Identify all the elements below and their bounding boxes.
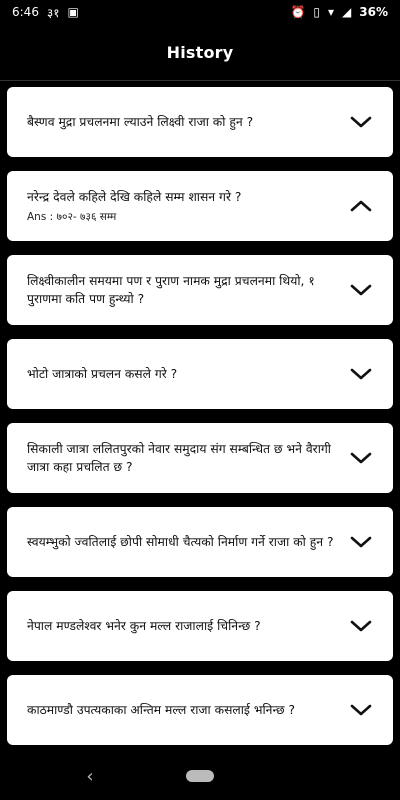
status-indicator: ३१ [46, 5, 60, 20]
chevron-down-icon[interactable] [349, 614, 373, 638]
list-item[interactable]: काठमाण्डौ उपत्यकाका अन्तिम मल्ल राजा कसल… [7, 675, 393, 745]
question-text: लिक्ष्वीकालीन समयमा पण र पुराण नामक मुद्… [27, 274, 315, 306]
status-time: 6:46 [12, 5, 39, 19]
vibrate-icon: ▯ [313, 5, 320, 19]
status-bar: 6:46 ३१ ▣ ⏰ ▯ ▾ ◢ 36% [0, 0, 400, 24]
chevron-up-icon[interactable] [349, 194, 373, 218]
app-bar: History [0, 24, 400, 81]
list-item[interactable]: नेपाल मण्डलेश्वर भनेर कुन मल्ल राजालाई च… [7, 591, 393, 661]
chevron-down-icon[interactable] [349, 446, 373, 470]
image-icon: ▣ [67, 5, 79, 19]
question-text: भोटो जात्राको प्रचलन कसले गरे ? [27, 367, 178, 381]
chevron-down-icon[interactable] [349, 110, 373, 134]
page-title: History [166, 42, 234, 62]
list-item[interactable]: बैस्णव मुद्रा प्रचलनमा ल्याउने लिक्ष्वी … [7, 87, 393, 157]
chevron-down-icon[interactable] [349, 530, 373, 554]
list-item[interactable]: स्वयम्भुको ज्वतिलाई छोपी सोमाधी चैत्यको … [7, 507, 393, 577]
chevron-down-icon[interactable] [349, 698, 373, 722]
question-text: स्वयम्भुको ज्वतिलाई छोपी सोमाधी चैत्यको … [27, 535, 334, 549]
alarm-icon: ⏰ [290, 5, 306, 19]
chevron-down-icon[interactable] [349, 278, 373, 302]
back-icon[interactable]: ‹ [80, 752, 100, 800]
question-text: सिकाली जात्रा ललितपुरको नेवार समुदाय संग… [27, 442, 331, 474]
list-item[interactable]: नरेन्द्र देवले कहिले देखि कहिले सम्म शास… [7, 171, 393, 241]
question-text: काठमाण्डौ उपत्यकाका अन्तिम मल्ल राजा कसल… [27, 703, 296, 717]
status-left: 6:46 ३१ ▣ [12, 4, 79, 21]
list-item[interactable]: लिक्ष्वीकालीन समयमा पण र पुराण नामक मुद्… [7, 255, 393, 325]
answer-text: Ans : ७०२- ७३६ सम्म [27, 211, 117, 223]
chevron-down-icon[interactable] [349, 362, 373, 386]
signal-icon: ◢ [342, 5, 352, 19]
question-text: नरेन्द्र देवले कहिले देखि कहिले सम्म शास… [27, 190, 242, 204]
battery-percent: 36% [359, 5, 388, 19]
list-item[interactable]: भोटो जात्राको प्रचलन कसले गरे ? [7, 339, 393, 409]
status-right: ⏰ ▯ ▾ ◢ 36% [290, 5, 388, 19]
home-pill-icon[interactable] [186, 770, 214, 782]
question-text: नेपाल मण्डलेश्वर भनेर कुन मल्ल राजालाई च… [27, 619, 261, 633]
question-text: बैस्णव मुद्रा प्रचलनमा ल्याउने लिक्ष्वी … [27, 115, 254, 129]
wifi-icon: ▾ [328, 5, 335, 19]
system-nav-bar: ‹ [0, 752, 400, 800]
list-item[interactable]: सिकाली जात्रा ललितपुरको नेवार समुदाय संग… [7, 423, 393, 493]
